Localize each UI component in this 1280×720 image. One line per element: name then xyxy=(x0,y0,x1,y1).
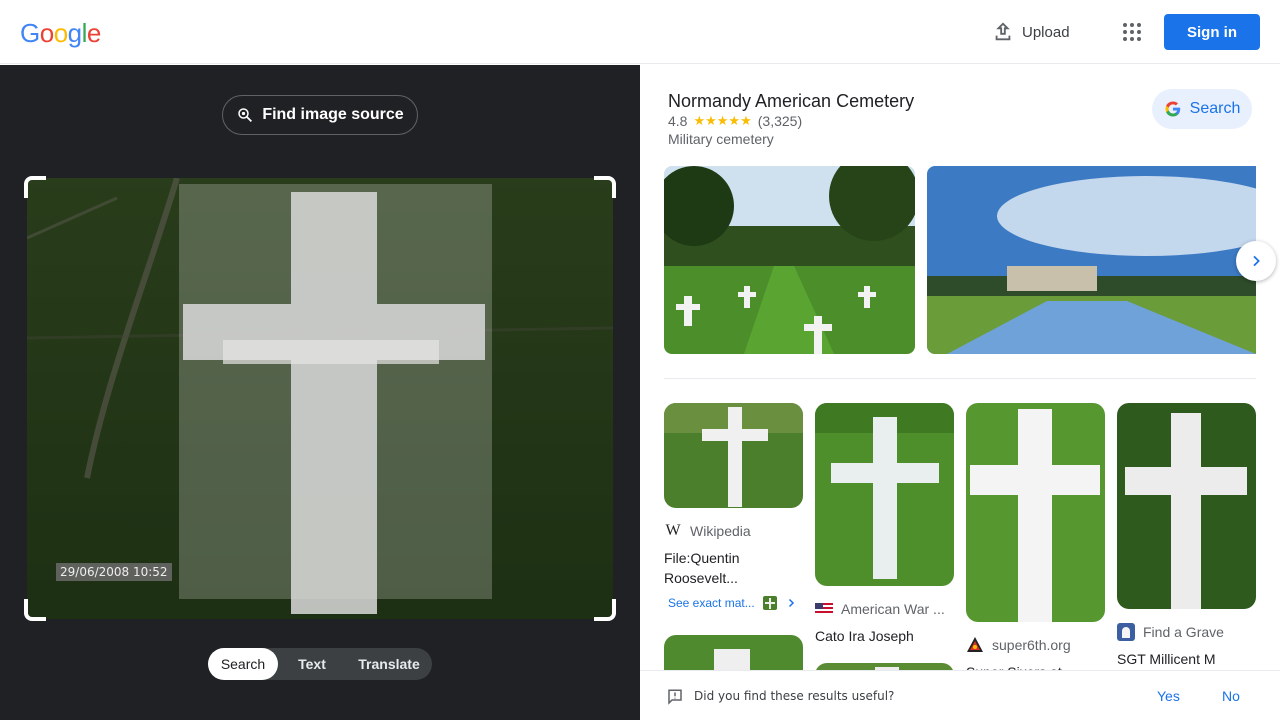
tab-text[interactable]: Text xyxy=(278,648,346,680)
feedback-no-button[interactable]: No xyxy=(1222,688,1240,704)
exact-match-label: See exact mat... xyxy=(668,596,755,610)
result-source: American War ... xyxy=(841,601,945,617)
place-type: Military cemetery xyxy=(668,131,774,147)
upload-icon xyxy=(995,22,1011,41)
result-card[interactable]: American War ... Cato Ira Joseph xyxy=(815,403,954,646)
exact-match-thumbnail-icon xyxy=(762,596,777,610)
place-rating: 4.8 ★★★★★ (3,325) xyxy=(668,113,802,129)
logo-letter: o xyxy=(39,18,54,48)
logo-letter: G xyxy=(20,18,40,48)
chevron-right-icon xyxy=(1253,255,1260,267)
review-count: (3,325) xyxy=(757,113,803,129)
result-card[interactable]: W Wikipedia File:Quentin Roosevelt... xyxy=(664,403,803,588)
result-thumbnail[interactable] xyxy=(815,403,954,586)
wikipedia-icon: W xyxy=(665,522,681,539)
results-pane: Normandy American Cemetery 4.8 ★★★★★ (3,… xyxy=(640,65,1280,720)
google-g-icon xyxy=(1165,101,1180,117)
result-source: Wikipedia xyxy=(690,523,751,539)
result-thumbnail[interactable] xyxy=(664,403,803,508)
google-logo[interactable]: Google xyxy=(20,18,101,49)
super6th-logo-icon xyxy=(966,636,984,654)
tab-search[interactable]: Search xyxy=(208,648,278,680)
lens-search-icon xyxy=(238,108,253,123)
feedback-question: Did you find these results useful? xyxy=(694,689,895,703)
logo-letter: g xyxy=(67,18,82,48)
place-photo[interactable] xyxy=(927,166,1256,354)
star-rating-icon: ★★★★★ xyxy=(693,113,752,128)
find-a-grave-icon xyxy=(1117,623,1135,641)
crop-handle-bottom-left[interactable] xyxy=(24,599,46,621)
result-card[interactable]: super6th.org Super Sixers at xyxy=(966,403,1105,682)
result-title[interactable]: File:Quentin Roosevelt... xyxy=(664,548,803,588)
upload-button[interactable]: Upload xyxy=(992,20,1070,44)
feedback-yes-button[interactable]: Yes xyxy=(1157,688,1180,704)
upload-label: Upload xyxy=(1022,23,1070,41)
logo-letter: e xyxy=(86,18,101,48)
find-image-source-button[interactable]: Find image source xyxy=(222,95,418,135)
feedback-bar: Did you find these results useful? Yes N… xyxy=(640,670,1280,720)
google-search-label: Search xyxy=(1189,100,1241,117)
google-search-button[interactable]: Search xyxy=(1152,89,1252,129)
result-title[interactable]: SGT Millicent M xyxy=(1117,649,1256,669)
find-image-source-label: Find image source xyxy=(262,106,404,123)
query-image-pane: Find image source 29/06/2008 10:52 Searc… xyxy=(0,65,640,720)
see-exact-matches-link[interactable]: See exact mat... xyxy=(668,596,797,610)
result-thumbnail[interactable] xyxy=(1117,403,1256,609)
logo-letter: o xyxy=(53,18,68,48)
result-thumbnail[interactable] xyxy=(966,403,1105,622)
sign-in-button[interactable]: Sign in xyxy=(1164,14,1260,50)
place-title[interactable]: Normandy American Cemetery xyxy=(668,91,914,112)
apps-grid-icon[interactable] xyxy=(1120,20,1144,44)
crop-handle-top-left[interactable] xyxy=(24,176,46,198)
place-photo[interactable] xyxy=(664,166,915,354)
result-title[interactable]: Cato Ira Joseph xyxy=(815,626,954,646)
query-image[interactable] xyxy=(27,178,613,619)
mode-switcher: Search Text Translate xyxy=(208,648,432,680)
image-datestamp: 29/06/2008 10:52 xyxy=(56,563,172,581)
crop-handle-top-right[interactable] xyxy=(594,176,616,198)
result-card[interactable]: Find a Grave SGT Millicent M xyxy=(1117,403,1256,669)
us-flag-icon xyxy=(815,600,833,618)
top-bar: Google Upload Sign in xyxy=(0,0,1280,64)
crop-handle-bottom-right[interactable] xyxy=(594,599,616,621)
result-source: super6th.org xyxy=(992,637,1071,653)
feedback-icon xyxy=(668,689,682,705)
result-source: Find a Grave xyxy=(1143,624,1224,640)
chevron-right-icon xyxy=(788,598,794,608)
next-arrow-button[interactable] xyxy=(1236,241,1276,281)
tab-translate[interactable]: Translate xyxy=(346,648,432,680)
rating-value: 4.8 xyxy=(668,113,688,129)
divider xyxy=(664,378,1256,379)
